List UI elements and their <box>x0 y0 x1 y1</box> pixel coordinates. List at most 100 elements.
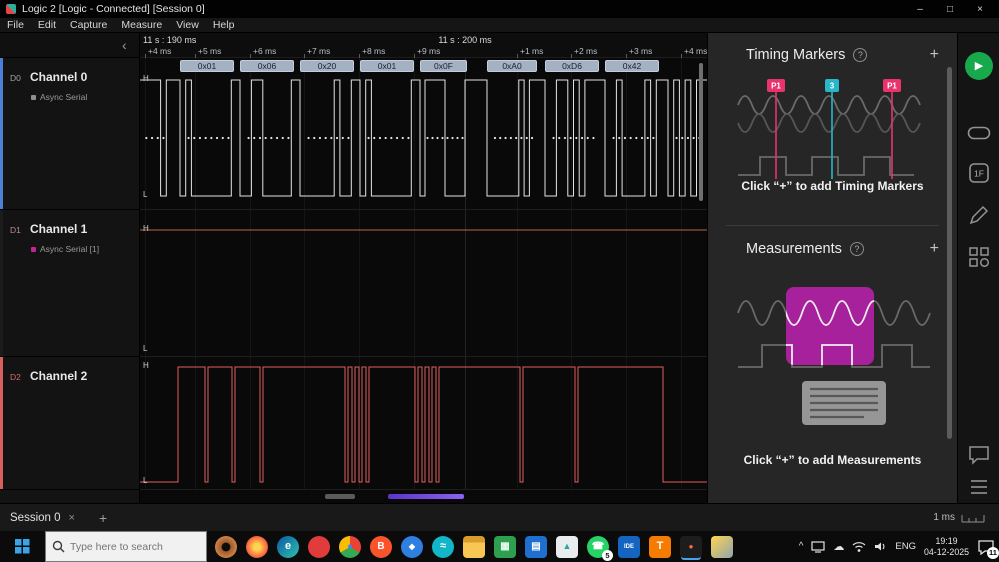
main-area: ‹ D0 Channel 0 Async Serial D1 Channel 1 Asyn… <box>0 33 999 503</box>
channel-id-label: D1 <box>10 225 21 235</box>
timeline[interactable]: 11 s : 190 ms 11 s : 200 ms +4 ms +5 ms +6 m… <box>140 33 707 58</box>
timeline-tick-label: +2 ms <box>574 46 598 56</box>
taskbar-app-t-icon[interactable]: T <box>649 535 671 558</box>
analyzer-row[interactable]: Async Serial <box>31 92 87 102</box>
network-wifi-icon[interactable] <box>852 541 866 552</box>
waveform-area[interactable]: 11 s : 190 ms 11 s : 200 ms +4 ms +5 ms +6 m… <box>140 33 707 503</box>
taskbar-gallery-icon[interactable]: ▲ <box>556 535 578 558</box>
timeline-tick-label: +3 ms <box>629 46 653 56</box>
decoded-byte-annotation: 0x01 <box>360 60 414 72</box>
search-icon <box>52 540 65 553</box>
taskbar-app-tools-icon[interactable] <box>711 535 733 558</box>
help-icon[interactable]: ? <box>853 48 868 62</box>
feedback-icon[interactable] <box>967 443 991 467</box>
taskbar-ide-icon[interactable]: IDE <box>618 535 640 558</box>
panel-divider <box>726 225 939 226</box>
channel-id-label: D0 <box>10 73 21 83</box>
menu-capture[interactable]: Capture <box>63 19 114 31</box>
help-icon[interactable]: ? <box>849 242 864 256</box>
waveform-svg <box>140 229 707 231</box>
menu-measure[interactable]: Measure <box>114 19 169 31</box>
decoded-byte-annotation: 0x20 <box>300 60 354 72</box>
taskbar-app-red-icon[interactable] <box>308 535 330 558</box>
waveform-row-1[interactable]: HL <box>140 210 707 357</box>
volume-icon[interactable] <box>874 541 887 552</box>
add-measurement-button[interactable]: + <box>930 241 939 257</box>
hidden-icons-button[interactable]: ^ <box>799 541 804 552</box>
taskbar-app-blue-icon[interactable]: ▤ <box>525 535 547 558</box>
search-input[interactable] <box>70 540 190 553</box>
timeline-tick-label: +5 ms <box>198 46 222 56</box>
waveform-svg <box>140 366 707 483</box>
waveform-svg <box>140 79 707 197</box>
channel-2-header[interactable]: D2 Channel 2 <box>0 357 139 490</box>
waveform-horizontal-scrollbar[interactable] <box>325 494 355 499</box>
ide-glyph: IDE <box>623 543 634 550</box>
timing-markers-illustration: P1 3 P1 <box>737 79 921 179</box>
action-center-button[interactable]: 11 <box>977 539 999 559</box>
waveform-row-2[interactable]: HL <box>140 357 707 490</box>
app-blue-glyph: ▤ <box>531 540 541 552</box>
app-green-glyph: ▦ <box>500 540 510 552</box>
timing-markers-header: Timing Markers ? + <box>746 47 939 64</box>
level-low-label: L <box>143 476 148 485</box>
svg-text:P1: P1 <box>887 82 897 91</box>
tab-session-0[interactable]: Session 0 × <box>0 504 85 531</box>
taskbar-search[interactable] <box>45 531 207 562</box>
app-t-glyph: T <box>656 540 664 552</box>
level-high-label: H <box>143 74 149 83</box>
annotations-pencil-icon[interactable] <box>967 203 991 227</box>
taskbar-app-green-icon[interactable]: ▦ <box>494 535 516 558</box>
measurements-caption: Click “+” to add Measurements <box>743 453 922 467</box>
close-button[interactable]: × <box>965 4 995 15</box>
scale-label: 1 ms <box>933 512 955 523</box>
language-indicator[interactable]: ENG <box>895 541 916 552</box>
panel-scrollbar[interactable] <box>947 67 952 439</box>
menu-help[interactable]: Help <box>206 19 242 31</box>
taskbar-edge-icon[interactable]: e <box>277 535 299 558</box>
taskbar-app-compass-icon[interactable]: ◆ <box>401 535 423 558</box>
app-icon <box>6 4 16 14</box>
timeline-tick-label: +9 ms <box>417 46 441 56</box>
level-high-label: H <box>143 224 149 233</box>
collapse-sidebar-button[interactable]: ‹ <box>122 36 127 54</box>
onedrive-cloud-icon[interactable]: ☁ <box>833 540 844 553</box>
start-button[interactable] <box>0 531 45 562</box>
taskbar-fireworks-icon[interactable] <box>246 535 268 558</box>
menu-edit[interactable]: Edit <box>31 19 63 31</box>
minimize-button[interactable]: – <box>905 4 935 15</box>
session-bar: Session 0 × + 1 ms <box>0 503 999 531</box>
menu-file[interactable]: File <box>0 19 31 31</box>
channel-1-header[interactable]: D1 Channel 1 Async Serial [1] <box>0 210 139 357</box>
add-timing-marker-button[interactable]: + <box>930 47 939 63</box>
device-settings-icon[interactable] <box>967 121 991 145</box>
release-notes-icon[interactable] <box>967 475 991 499</box>
taskbar-file-explorer-icon[interactable] <box>463 535 485 558</box>
taskbar-chrome-icon[interactable]: ● <box>339 535 361 558</box>
taskbar-brave-icon[interactable]: B <box>370 535 392 558</box>
channel-0-header[interactable]: D0 Channel 0 Async Serial <box>0 58 139 210</box>
decoded-byte-annotation: 0x0F <box>420 60 467 72</box>
marker-tag-3: 3 <box>825 79 839 92</box>
analyzer-row[interactable]: Async Serial [1] <box>31 244 99 254</box>
start-capture-button[interactable]: ▶ <box>965 52 993 80</box>
capture-range-indicator[interactable] <box>388 494 464 499</box>
add-session-button[interactable]: + <box>99 510 107 526</box>
taskbar-logic2-icon[interactable]: ● <box>680 535 702 558</box>
extensions-icon[interactable] <box>967 245 991 269</box>
taskbar-weather-icon[interactable] <box>215 535 237 558</box>
session-tab-label: Session 0 <box>10 511 61 524</box>
close-session-icon[interactable]: × <box>69 512 75 524</box>
menu-view[interactable]: View <box>169 19 206 31</box>
maximize-button[interactable]: □ <box>935 4 965 15</box>
display-tray-icon[interactable] <box>811 540 826 553</box>
decoded-byte-annotation: 0x42 <box>605 60 659 72</box>
waveform-vertical-scrollbar[interactable] <box>699 63 703 201</box>
trigger-icon[interactable]: 1F <box>967 161 991 185</box>
waveform-row-0[interactable]: H L 0x01 0x06 0x20 0x01 0x0F 0xA0 0xD6 0x42 <box>140 58 707 210</box>
timeline-major-label: 11 s : 200 ms <box>438 35 492 45</box>
clock[interactable]: 19:19 04-12-2025 <box>924 536 969 557</box>
taskbar-whatsapp-icon[interactable]: ☎ 5 <box>587 535 613 561</box>
taskbar-wifi-tool-icon[interactable]: ≈ <box>432 535 454 558</box>
channel-color-strip <box>0 357 3 489</box>
